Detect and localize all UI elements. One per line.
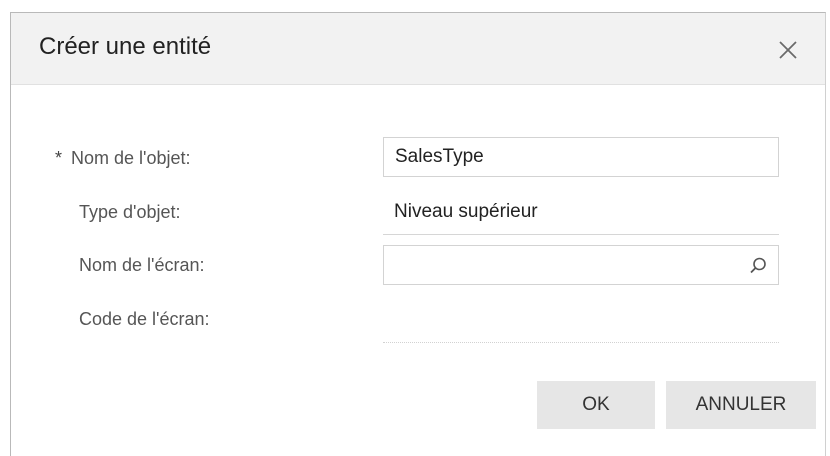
screen-name-input[interactable] <box>395 254 735 276</box>
dialog-header: Créer une entité <box>11 13 825 85</box>
object-name-label: Nom de l'objet: <box>71 148 191 168</box>
dialog-title: Créer une entité <box>39 33 212 60</box>
object-name-input[interactable] <box>395 146 735 168</box>
object-type-underline <box>383 234 779 235</box>
close-icon[interactable] <box>773 35 803 65</box>
screen-code-label: Code de l'écran: <box>79 309 210 329</box>
object-type-value: Niveau supérieur <box>394 201 538 222</box>
ok-button[interactable]: OK <box>537 381 655 429</box>
search-icon[interactable] <box>748 256 768 276</box>
create-entity-dialog: Créer une entité * Nom de l'objet: Type … <box>10 12 826 456</box>
screen: Créer une entité * Nom de l'objet: Type … <box>0 0 830 456</box>
required-marker: * <box>55 148 63 168</box>
object-type-label: Type d'objet: <box>79 202 181 222</box>
screen-name-label: Nom de l'écran: <box>79 255 205 275</box>
object-name-field[interactable] <box>383 137 779 177</box>
cancel-button[interactable]: ANNULER <box>666 381 816 429</box>
screen-code-underline <box>383 342 779 343</box>
screen-name-field[interactable] <box>383 245 779 285</box>
